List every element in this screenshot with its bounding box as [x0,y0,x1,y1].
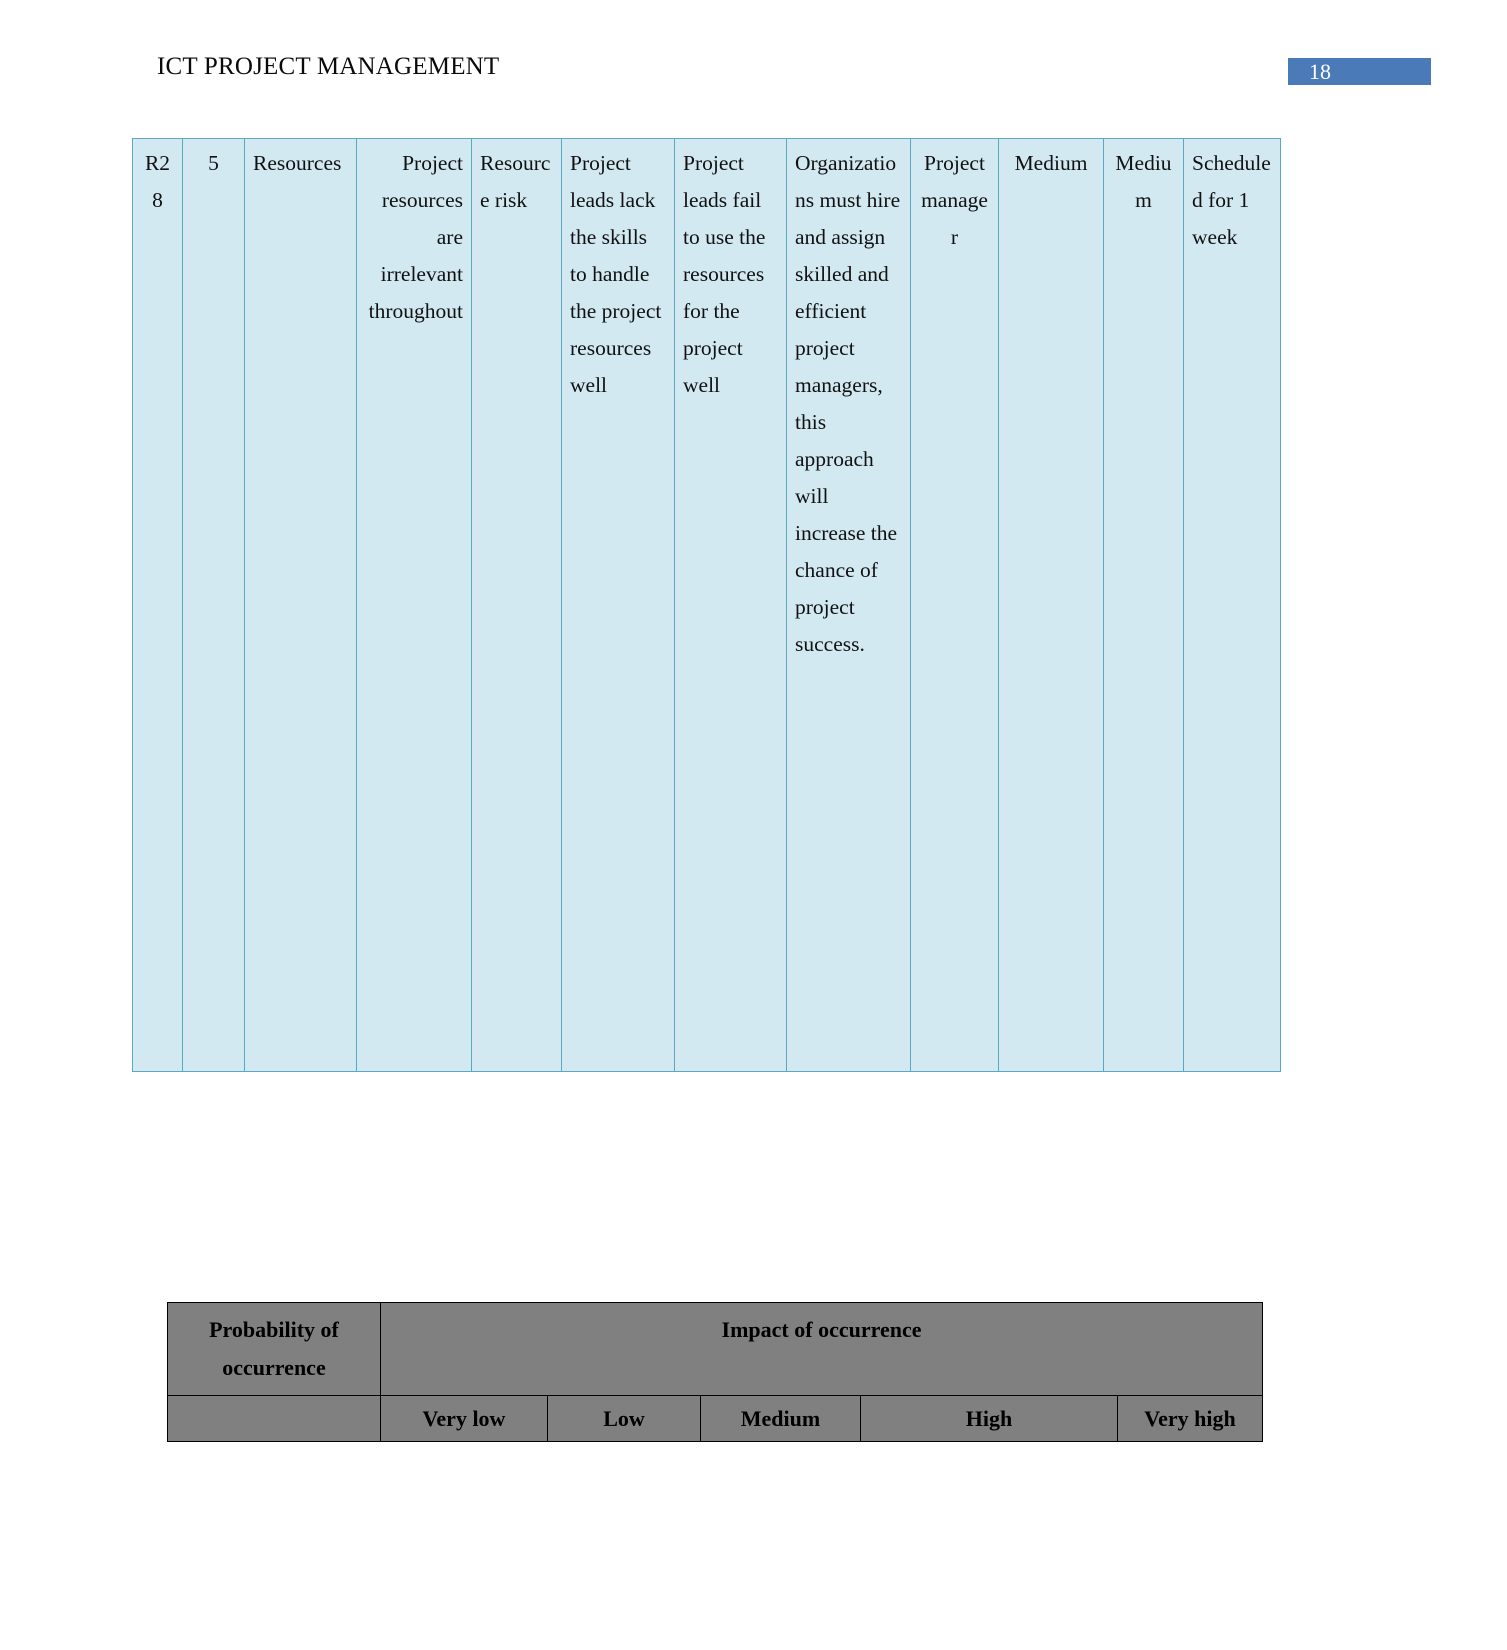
risk-matrix-table: Probability of occurrence Impact of occu… [167,1302,1264,1443]
matrix-level-medium: Medium [700,1394,861,1443]
matrix-probability-blank [167,1394,381,1443]
cell-root-cause: Project leads lack the skills to handle … [561,138,675,1072]
document-page: ICT PROJECT MANAGEMENT 18 R28 5 Resource… [0,0,1507,1650]
cell-category: Resources [244,138,357,1072]
matrix-header-row: Probability of occurrence Impact of occu… [167,1302,1264,1396]
cell-risk-id: R28 [132,138,183,1072]
matrix-level-very-high: Very high [1116,1394,1264,1443]
matrix-header-probability: Probability of occurrence [167,1302,381,1396]
matrix-header-impact: Impact of occurrence [379,1302,1264,1396]
cell-description: Project resources are irrelevant through… [356,138,472,1072]
cell-owner: Project manager [910,138,999,1072]
matrix-level-low: Low [547,1394,701,1443]
cell-response: Organizations must hire and assign skill… [786,138,911,1072]
cell-status: Scheduled for 1 week [1183,138,1281,1072]
cell-rank: 5 [182,138,245,1072]
matrix-level-high: High [860,1394,1118,1443]
cell-probability: Medium [998,138,1104,1072]
page-number-badge: 18 [1288,58,1431,85]
table-row: R28 5 Resources Project resources are ir… [132,138,1281,1072]
cell-impact: Medium [1103,138,1184,1072]
risk-register-table: R28 5 Resources Project resources are ir… [132,138,1281,1072]
matrix-level-very-low: Very low [380,1394,548,1443]
cell-trigger: Project leads fail to use the resources … [674,138,787,1072]
cell-risk-type: Resource risk [471,138,562,1072]
matrix-levels-row: Very low Low Medium High Very high [167,1394,1264,1443]
page-title: ICT PROJECT MANAGEMENT [157,53,500,80]
page-number-text: 18 [1309,58,1331,84]
